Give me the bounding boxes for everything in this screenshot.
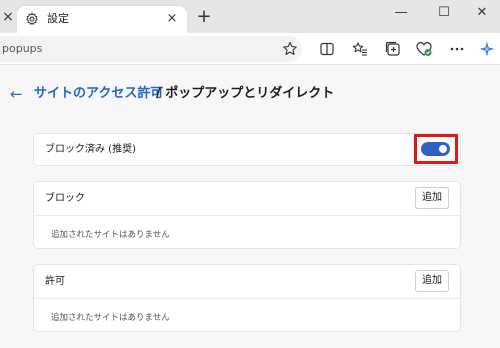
breadcrumb-site-permissions-link[interactable]: サイトのアクセス許可 bbox=[34, 84, 163, 104]
address-bar[interactable]: popups bbox=[0, 36, 302, 62]
collections-icon[interactable] bbox=[384, 40, 402, 58]
allow-section-label: 許可 bbox=[45, 276, 65, 287]
gear-icon bbox=[26, 12, 38, 25]
title-bar: × 設定 × + — ☐ ✕ bbox=[0, 0, 500, 33]
browser-toolbar: popups bbox=[0, 33, 500, 65]
favorite-star-icon[interactable] bbox=[281, 40, 299, 58]
block-add-button[interactable]: 追加 bbox=[415, 187, 449, 209]
copilot-icon[interactable] bbox=[478, 40, 496, 58]
address-text: popups bbox=[2, 42, 43, 55]
blocked-setting-label: ブロック済み (推奨) bbox=[45, 144, 136, 155]
allow-list-card: 許可 追加 追加されたサイトはありません bbox=[33, 264, 461, 332]
browser-essentials-icon[interactable] bbox=[415, 40, 433, 58]
tab-settings[interactable]: 設定 × bbox=[17, 6, 187, 33]
split-screen-icon[interactable] bbox=[318, 40, 336, 58]
new-tab-button[interactable]: + bbox=[194, 7, 214, 27]
allow-empty-text: 追加されたサイトはありません bbox=[51, 313, 170, 323]
tab-title: 設定 bbox=[47, 12, 69, 25]
maximize-button[interactable]: ☐ bbox=[424, 0, 464, 28]
more-options-icon[interactable] bbox=[448, 40, 466, 58]
toggle-knob bbox=[439, 145, 447, 153]
tab-close-icon[interactable]: × bbox=[163, 10, 181, 28]
close-window-button[interactable]: ✕ bbox=[462, 0, 500, 28]
blocked-setting-card: ブロック済み (推奨) bbox=[33, 133, 461, 166]
favorites-icon[interactable] bbox=[351, 40, 369, 58]
divider bbox=[34, 298, 460, 299]
back-arrow-icon[interactable]: ← bbox=[10, 85, 26, 103]
allow-add-button[interactable]: 追加 bbox=[415, 270, 449, 292]
block-list-card: ブロック 追加 追加されたサイトはありません bbox=[33, 181, 461, 249]
previous-tab-close-icon[interactable]: × bbox=[0, 6, 16, 28]
divider bbox=[34, 215, 460, 216]
minimize-button[interactable]: — bbox=[381, 0, 421, 28]
block-section-label: ブロック bbox=[45, 193, 85, 204]
blocked-toggle-switch[interactable] bbox=[421, 142, 450, 156]
block-empty-text: 追加されたサイトはありません bbox=[51, 230, 170, 240]
page-title: / ポップアップとリダイレクト bbox=[156, 86, 335, 101]
